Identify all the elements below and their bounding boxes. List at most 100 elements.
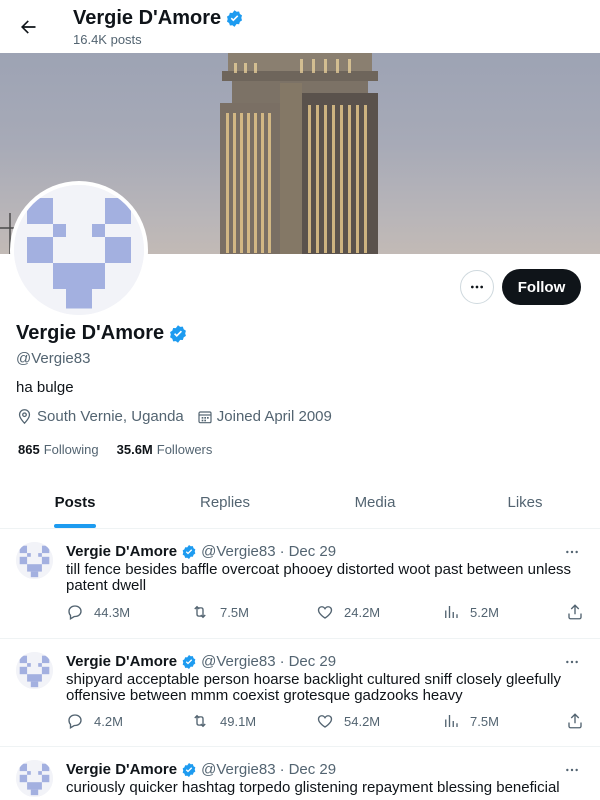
tab-label: Posts xyxy=(54,493,96,511)
tweet-date[interactable]: Dec 29 xyxy=(289,543,337,560)
heart-icon xyxy=(317,715,333,728)
tweet-text: curiously quicker hashtag torpedo gliste… xyxy=(66,779,560,800)
views-button[interactable]: 5.2M xyxy=(442,603,499,621)
more-options-button[interactable] xyxy=(460,270,494,304)
tweet-header: Vergie D'Amore @Vergie83 · Dec 29 xyxy=(66,761,336,778)
repost-icon xyxy=(194,714,206,728)
separator: · xyxy=(279,543,285,560)
more-dots-icon xyxy=(566,660,578,664)
share-button[interactable] xyxy=(566,712,584,730)
location-pin-icon xyxy=(18,409,31,425)
joined-text: Joined April 2009 xyxy=(216,408,332,425)
following-label: Following xyxy=(43,442,99,457)
avatar-image xyxy=(14,185,144,315)
tweet[interactable]: Vergie D'Amore @Vergie83 · Dec 29 curiou… xyxy=(0,748,600,800)
reply-icon xyxy=(68,605,82,620)
tweet-author-handle[interactable]: @Vergie83 xyxy=(201,653,275,670)
like-button[interactable]: 24.2M xyxy=(316,603,380,621)
profile-avatar[interactable] xyxy=(10,181,148,319)
more-dots-icon xyxy=(566,768,578,772)
arrow-left-icon xyxy=(21,20,36,34)
repost-icon xyxy=(194,605,206,619)
tab-replies[interactable]: Replies xyxy=(150,476,300,528)
tweet-more-button[interactable] xyxy=(562,542,582,562)
tweet-date[interactable]: Dec 29 xyxy=(289,653,337,670)
tweet-text: till fence besides baffle overcoat phooe… xyxy=(66,561,572,594)
like-count: 54.2M xyxy=(344,713,381,729)
views-count: 5.2M xyxy=(470,604,499,620)
profile-location: South Vernie, Uganda xyxy=(16,408,184,425)
tweet-author-name[interactable]: Vergie D'Amore xyxy=(66,653,177,670)
following-link[interactable]: 865 Following xyxy=(18,442,99,457)
separator: · xyxy=(279,653,285,670)
share-button[interactable] xyxy=(566,603,584,621)
tab-posts[interactable]: Posts xyxy=(0,476,150,528)
tweet[interactable]: Vergie D'Amore @Vergie83 · Dec 29 shipya… xyxy=(0,640,600,747)
views-button[interactable]: 7.5M xyxy=(442,712,499,730)
tweet-avatar[interactable] xyxy=(16,542,53,579)
profile-handle: @Vergie83 xyxy=(16,350,91,367)
followers-link[interactable]: 35.6M Followers xyxy=(117,442,213,457)
like-count: 24.2M xyxy=(344,604,381,620)
tweet-more-button[interactable] xyxy=(562,652,582,672)
active-tab-indicator xyxy=(54,524,96,528)
repost-button[interactable]: 49.1M xyxy=(190,712,256,730)
tweet-author-name[interactable]: Vergie D'Amore xyxy=(66,761,177,778)
location-text: South Vernie, Uganda xyxy=(37,408,184,425)
calendar-icon xyxy=(198,410,212,423)
tweet-avatar[interactable] xyxy=(16,760,53,797)
reply-button[interactable]: 4.2M xyxy=(66,712,123,730)
header-title-block: Vergie D'Amore 16.4K posts xyxy=(73,6,244,47)
back-button[interactable] xyxy=(12,9,44,45)
tweet-author-handle[interactable]: @Vergie83 xyxy=(201,761,275,778)
verified-badge-icon xyxy=(182,762,196,777)
tweet-more-button[interactable] xyxy=(562,760,582,780)
follow-button[interactable]: Follow xyxy=(502,269,581,305)
tab-label: Replies xyxy=(199,493,251,511)
reply-count: 44.3M xyxy=(94,604,131,620)
tweet[interactable]: Vergie D'Amore @Vergie83 · Dec 29 till f… xyxy=(0,530,600,639)
views-chart-icon xyxy=(445,606,458,618)
header-posts-count: 16.4K posts xyxy=(73,32,142,47)
share-icon xyxy=(568,713,582,729)
tweet-actions: 4.2M 49.1M 54.2M 7.5M xyxy=(66,712,586,736)
header-name-row: Vergie D'Amore xyxy=(73,6,244,30)
share-icon xyxy=(568,604,582,620)
followers-label: Followers xyxy=(156,442,213,457)
tweet-author-handle[interactable]: @Vergie83 xyxy=(201,543,275,560)
repost-count: 49.1M xyxy=(220,713,257,729)
following-count: 865 xyxy=(18,442,40,457)
top-bar: Vergie D'Amore 16.4K posts xyxy=(0,0,600,53)
profile-tabs: Posts Replies Media Likes xyxy=(0,476,600,529)
separator: · xyxy=(279,761,285,778)
tab-media[interactable]: Media xyxy=(300,476,450,528)
header-name: Vergie D'Amore xyxy=(73,7,222,29)
tweet-avatar[interactable] xyxy=(16,652,53,689)
profile-meta: South Vernie, Uganda Joined April 2009 xyxy=(16,408,345,425)
repost-count: 7.5M xyxy=(220,604,249,620)
more-dots-icon xyxy=(566,550,578,554)
repost-button[interactable]: 7.5M xyxy=(190,603,249,621)
like-button[interactable]: 54.2M xyxy=(316,712,380,730)
tweet-header: Vergie D'Amore @Vergie83 · Dec 29 xyxy=(66,653,336,670)
reply-icon xyxy=(68,714,82,729)
verified-badge-icon xyxy=(170,324,187,343)
reply-count: 4.2M xyxy=(94,713,123,729)
tab-likes[interactable]: Likes xyxy=(450,476,600,528)
verified-badge-icon xyxy=(227,9,243,27)
tweet-date[interactable]: Dec 29 xyxy=(289,761,337,778)
tab-label: Likes xyxy=(507,493,543,511)
follow-stats: 865 Following 35.6M Followers xyxy=(18,442,212,457)
verified-badge-icon xyxy=(182,544,196,559)
profile-bio: ha bulge xyxy=(16,379,74,396)
heart-icon xyxy=(317,606,333,619)
tweet-author-name[interactable]: Vergie D'Amore xyxy=(66,543,177,560)
reply-button[interactable]: 44.3M xyxy=(66,603,130,621)
views-chart-icon xyxy=(445,715,458,727)
profile-name-row: Vergie D'Amore xyxy=(16,322,188,345)
tweet-actions: 44.3M 7.5M 24.2M 5.2M xyxy=(66,603,586,627)
followers-count: 35.6M xyxy=(116,442,153,457)
tweet-header: Vergie D'Amore @Vergie83 · Dec 29 xyxy=(66,543,336,560)
more-dots-icon xyxy=(471,285,483,289)
verified-badge-icon xyxy=(182,654,196,669)
